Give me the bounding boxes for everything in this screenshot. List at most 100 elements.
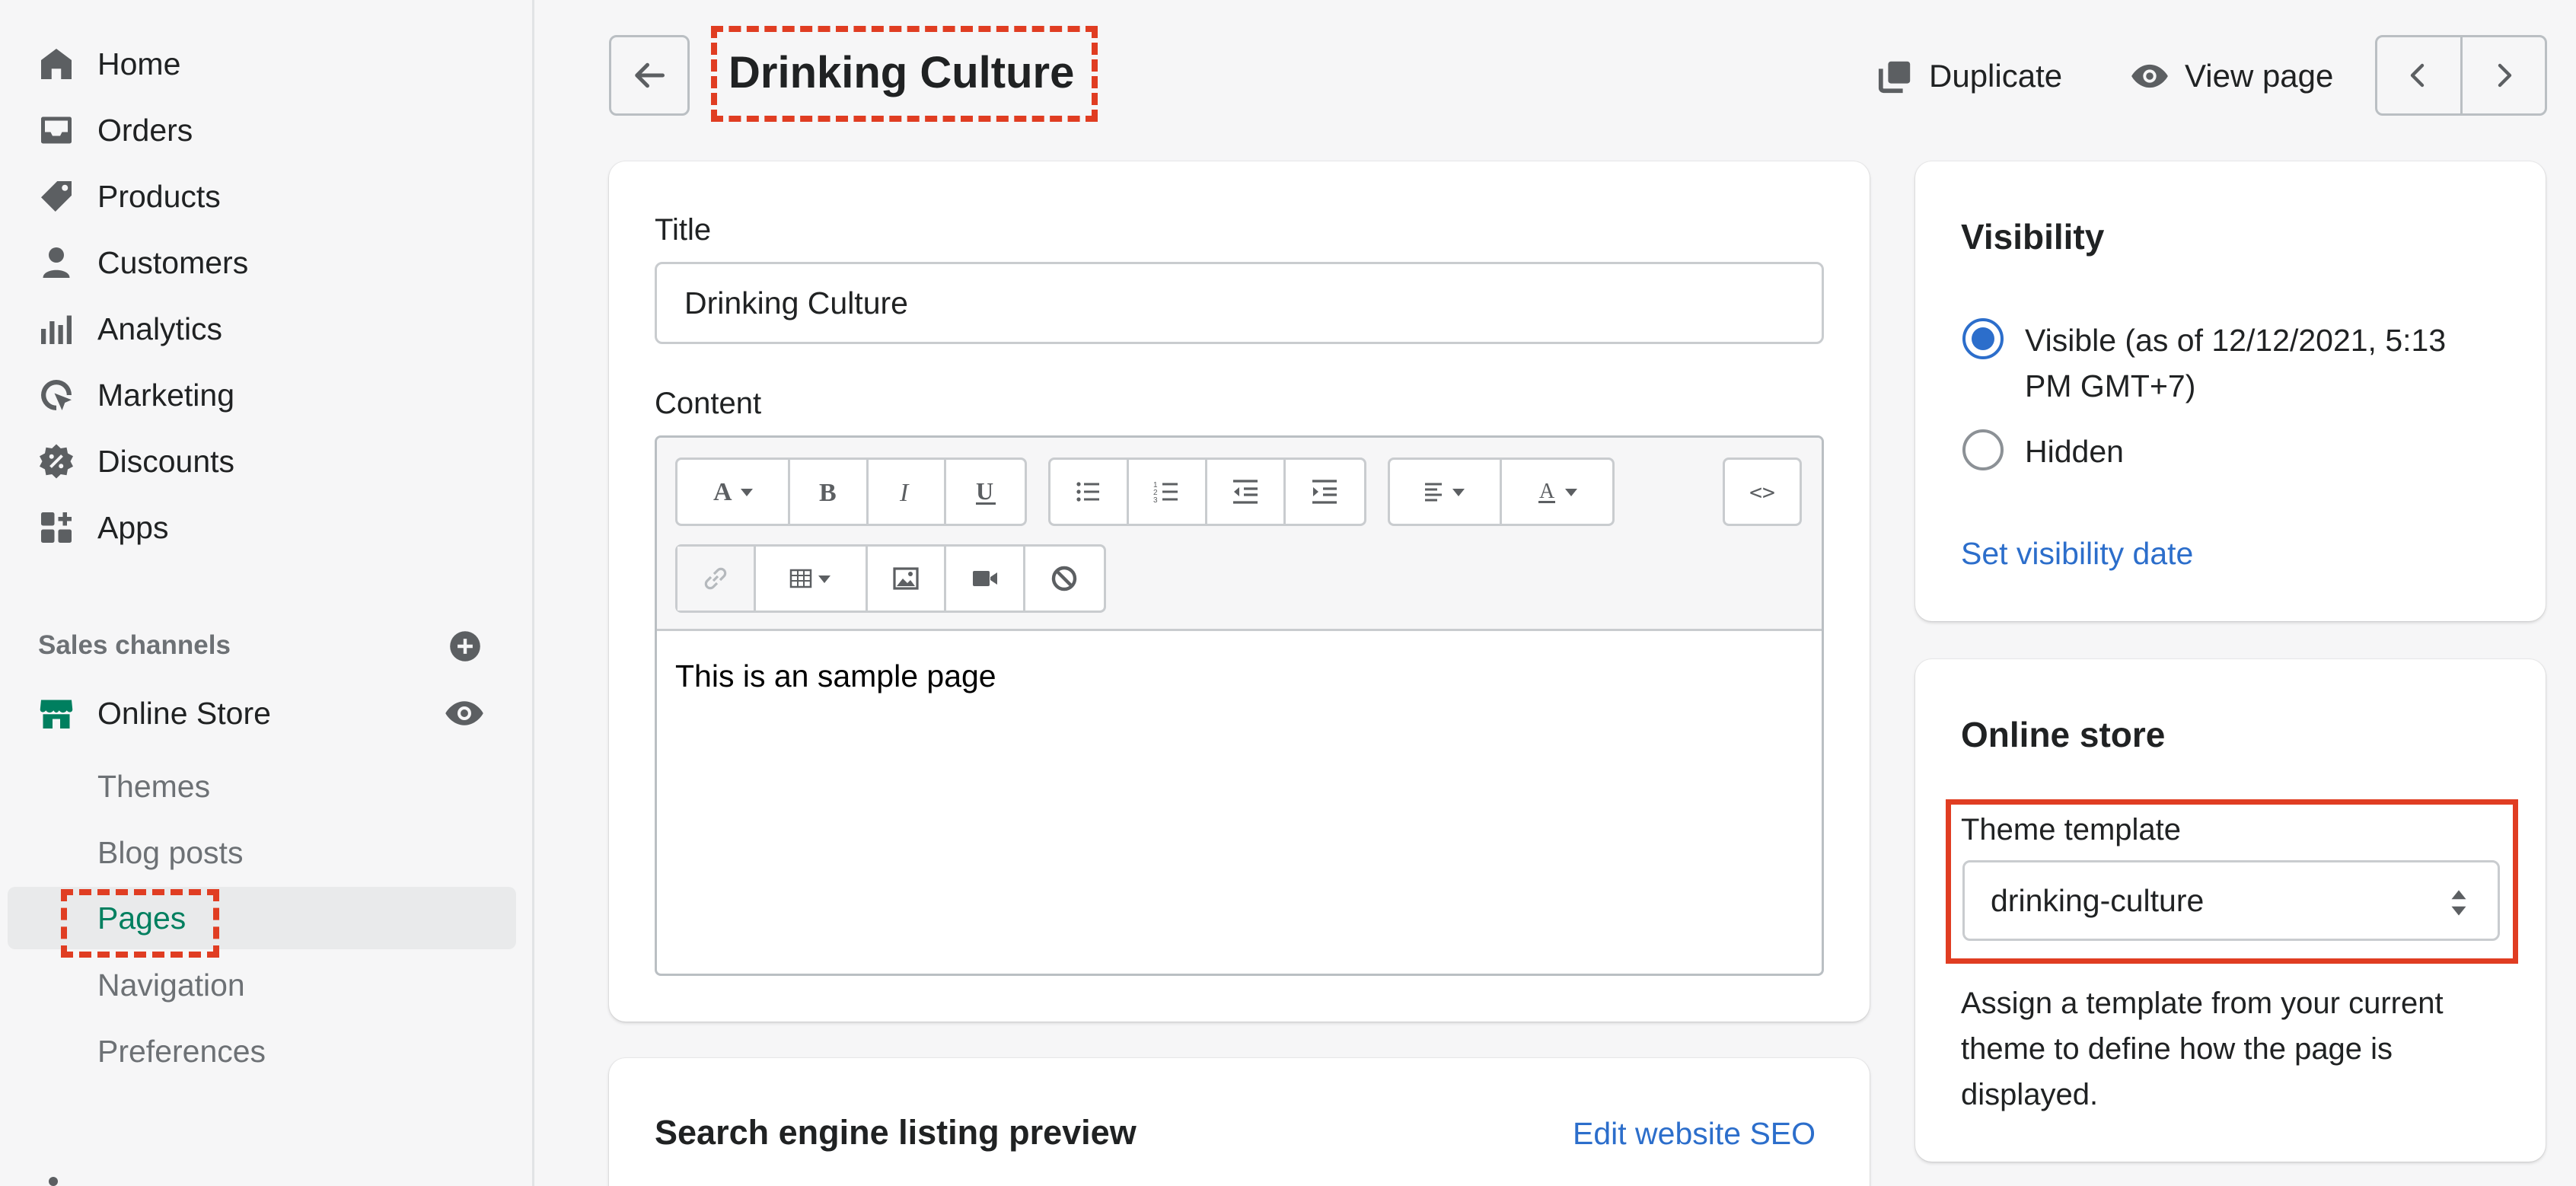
sidebar-subitem-blog-posts[interactable]: Blog posts: [0, 822, 534, 883]
editor-content[interactable]: This is an sample page: [675, 658, 996, 694]
orders-icon: [37, 110, 76, 150]
eye-icon: [445, 701, 483, 725]
outdent-icon: [1233, 480, 1258, 504]
numbered-list-icon: 123: [1153, 481, 1178, 505]
title-input[interactable]: Drinking Culture: [655, 262, 1824, 344]
font-style-dropdown[interactable]: A: [677, 460, 791, 524]
person-icon: [37, 243, 76, 282]
seo-heading: Search engine listing preview: [655, 1113, 1137, 1152]
underline-icon: U: [975, 477, 996, 505]
sidebar-item-customers[interactable]: Customers: [0, 232, 534, 293]
svg-text:A: A: [713, 478, 732, 506]
bold-button[interactable]: B: [790, 460, 869, 524]
visible-label-line2: PM GMT+7): [2025, 368, 2196, 403]
underline-button[interactable]: U: [946, 460, 1025, 524]
title-label: Title: [655, 213, 712, 247]
sidebar-item-discounts[interactable]: Discounts: [0, 431, 534, 492]
align-dropdown[interactable]: [1390, 460, 1502, 524]
rich-text-editor: A B I U 123 A <> This is an sample page: [655, 435, 1824, 976]
html-toggle-group: <>: [1723, 458, 1802, 526]
svg-text:B: B: [819, 479, 837, 507]
arrow-left-icon: [635, 62, 665, 88]
sidebar-subitem-label: Navigation: [97, 967, 245, 1003]
visible-radio[interactable]: [1962, 318, 2004, 359]
clear-formatting-button[interactable]: [1025, 547, 1104, 611]
view-online-store-button[interactable]: [442, 694, 487, 732]
next-page-button[interactable]: [2463, 37, 2546, 113]
back-button[interactable]: [609, 35, 690, 116]
sidebar: Home Orders Products Customers Analytics…: [0, 0, 534, 1186]
template-help-line2: theme to define how the page is: [1961, 1032, 2393, 1066]
bullet-list-button[interactable]: [1050, 460, 1129, 524]
link-icon: [704, 567, 727, 590]
online-store-heading: Online store: [1961, 715, 2166, 754]
sidebar-item-home[interactable]: Home: [0, 33, 534, 94]
outdent-button[interactable]: [1207, 460, 1286, 524]
set-visibility-date-link[interactable]: Set visibility date: [1961, 536, 2193, 572]
sidebar-item-label: Marketing: [97, 377, 235, 413]
image-icon: [893, 567, 919, 590]
svg-text:3: 3: [1153, 496, 1158, 505]
show-html-button[interactable]: <>: [1725, 460, 1800, 524]
insert-table-dropdown[interactable]: [756, 547, 869, 611]
font-style-icon: A: [713, 478, 753, 506]
view-page-button[interactable]: View page: [2130, 49, 2333, 104]
add-sales-channel-button[interactable]: [446, 627, 484, 665]
sidebar-item-label: Customers: [97, 244, 249, 280]
video-camera-icon: [972, 571, 997, 586]
sidebar-item-label: Orders: [97, 112, 193, 148]
sidebar-item-marketing[interactable]: Marketing: [0, 365, 534, 426]
insert-link-button[interactable]: [677, 547, 757, 611]
sidebar-item-label: Products: [97, 178, 221, 214]
sidebar-item-products[interactable]: Products: [0, 166, 534, 227]
sidebar-item-label: Analytics: [97, 311, 223, 346]
sidebar-item-label: Apps: [97, 509, 169, 545]
home-icon: [37, 44, 76, 84]
view-page-label: View page: [2185, 58, 2334, 94]
block-icon: [1052, 566, 1077, 591]
template-highlight-annotation: [1946, 799, 2518, 964]
duplicate-button[interactable]: Duplicate: [1877, 49, 2062, 104]
table-icon: [789, 569, 831, 588]
edit-website-seo-link[interactable]: Edit website SEO: [1573, 1116, 1816, 1152]
partial-icon: [49, 1177, 58, 1186]
sidebar-subitem-navigation[interactable]: Navigation: [0, 955, 534, 1015]
sidebar-item-apps[interactable]: Apps: [0, 497, 534, 558]
insert-image-button[interactable]: [868, 547, 947, 611]
template-help-line1: Assign a template from your current: [1961, 987, 2444, 1020]
indent-button[interactable]: [1286, 460, 1364, 524]
sidebar-item-label: Online Store: [97, 695, 271, 731]
chevron-left-icon: [2411, 63, 2425, 88]
pagination: [2375, 35, 2547, 116]
chevron-right-icon: [2498, 63, 2511, 88]
align-color-group: A: [1388, 458, 1615, 526]
store-icon: [37, 693, 76, 733]
sidebar-item-label: Discounts: [97, 443, 235, 479]
duplicate-icon: [1878, 61, 1911, 94]
sales-channels-heading: Sales channels: [38, 630, 231, 660]
text-color-dropdown[interactable]: A: [1502, 460, 1612, 524]
insert-group: [675, 544, 1106, 613]
title-highlight-annotation: [711, 26, 1098, 122]
text-format-group: A B I U: [675, 458, 1027, 526]
sidebar-item-orders[interactable]: Orders: [0, 100, 534, 161]
numbered-list-button[interactable]: 123: [1129, 460, 1207, 524]
svg-text:U: U: [976, 477, 993, 505]
align-left-icon: [1425, 483, 1465, 502]
hidden-radio[interactable]: [1962, 429, 2004, 470]
list-format-group: 123: [1048, 458, 1366, 526]
sidebar-item-analytics[interactable]: Analytics: [0, 298, 534, 359]
pages-highlight-annotation: [61, 889, 219, 958]
bar-chart-icon: [37, 309, 76, 349]
previous-page-button[interactable]: [2377, 37, 2463, 113]
sidebar-subitem-preferences[interactable]: Preferences: [0, 1021, 534, 1082]
apps-icon: [37, 508, 76, 547]
insert-video-button[interactable]: [946, 547, 1025, 611]
bold-icon: B: [819, 479, 837, 507]
sidebar-subitem-themes[interactable]: Themes: [0, 756, 534, 817]
sidebar-subitem-label: Blog posts: [97, 834, 244, 870]
content-label: Content: [655, 387, 762, 420]
italic-button[interactable]: I: [869, 460, 947, 524]
sidebar-subitem-label: Preferences: [97, 1033, 266, 1069]
tag-icon: [37, 177, 76, 216]
